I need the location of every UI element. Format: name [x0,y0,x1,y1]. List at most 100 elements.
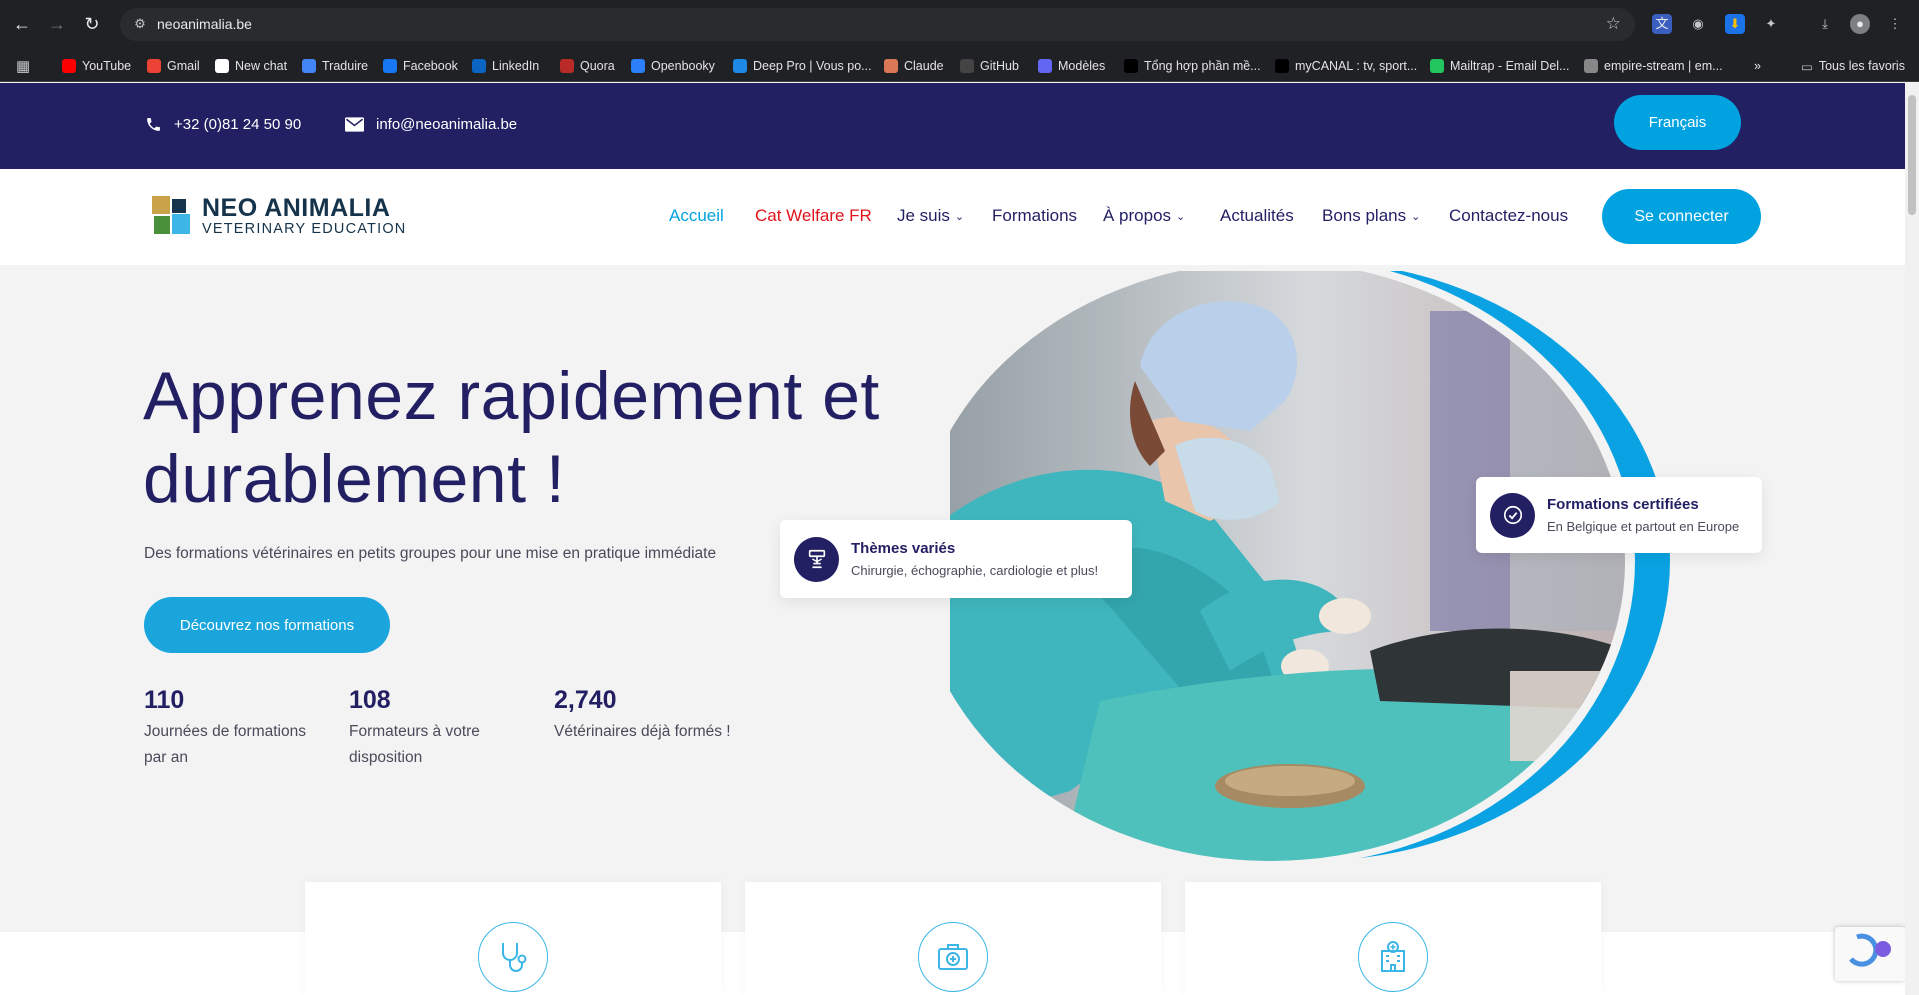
service-card[interactable] [745,882,1161,995]
medical-kit-icon [918,922,988,992]
bookmark-label: Openbooky [651,59,715,73]
download-extension-icon[interactable]: ⬇ [1725,14,1745,34]
forward-icon[interactable]: → [45,12,69,36]
chevron-down-icon: ⌄ [1176,210,1186,223]
camera-extension-icon[interactable]: ◉ [1688,14,1708,34]
browser-toolbar: ← → ↻ ⚙ neoanimalia.be ☆ 文 ◉ ⬇ ✦ ⤓ ● ⋮ [0,0,1919,49]
stat-vets-trained: 2,740 Vétérinaires déjà formés ! [554,686,774,745]
recaptcha-icon [1849,933,1891,967]
bookmark-item[interactable]: Facebook [383,57,458,75]
site-info-icon[interactable]: ⚙ [132,16,148,32]
extensions-icon[interactable]: ✦ [1761,14,1781,34]
chevron-down-icon: ⌄ [1411,210,1421,223]
login-button[interactable]: Se connecter [1602,189,1761,244]
nav-je-suis[interactable]: Je suis ⌄ [897,206,964,226]
bookmark-label: Mailtrap - Email Del... [1450,59,1570,73]
bookmarks-overflow[interactable]: » [1754,57,1761,75]
bookmark-label: New chat [235,59,288,73]
stethoscope-icon [478,922,548,992]
email-contact[interactable]: info@neoanimalia.be [345,116,517,133]
bookmark-item[interactable]: Deep Pro | Vous po... [733,57,872,75]
bookmark-item[interactable]: Claude [884,57,944,75]
template-icon [1038,59,1052,73]
url-text[interactable]: neoanimalia.be [157,16,252,32]
canal-icon [1275,59,1289,73]
reload-icon[interactable]: ↻ [80,12,104,36]
nav-a-propos[interactable]: À propos ⌄ [1103,206,1185,226]
nav-cat-welfare[interactable]: Cat Welfare FR [755,206,872,226]
facebook-icon [383,59,397,73]
nav-contactez-nous[interactable]: Contactez-nous [1449,206,1568,226]
scrollbar-thumb[interactable] [1908,95,1916,215]
quora-icon [560,59,574,73]
apps-grid-icon[interactable]: ▦ [16,57,30,75]
bookmark-star-icon[interactable]: ☆ [1606,14,1621,34]
bookmark-item[interactable]: YouTube [62,57,131,75]
folder-icon: ▭ [1801,59,1813,74]
bookmark-item[interactable]: Quora [560,57,615,75]
bookmark-item[interactable]: Gmail [147,57,200,75]
bookmark-item[interactable]: Modèles [1038,57,1105,75]
badge-text: Chirurgie, échographie, cardiologie et p… [851,563,1099,578]
bookmark-label: Deep Pro | Vous po... [753,59,872,73]
service-card[interactable] [305,882,721,995]
bookmark-item[interactable]: Openbooky [631,57,715,75]
email-address[interactable]: info@neoanimalia.be [376,116,517,133]
bookmark-label: Traduire [322,59,369,73]
youtube-icon [62,59,76,73]
linkedin-icon [472,59,486,73]
discover-formations-button[interactable]: Découvrez nos formations [144,597,390,653]
check-circle-icon [1490,492,1535,538]
bookmark-item[interactable]: LinkedIn [472,57,539,75]
hero-image: Thèmes variés Chirurgie, échographie, ca… [780,256,1762,891]
bookmark-item[interactable]: Mailtrap - Email Del... [1430,57,1569,75]
logo-mark-icon [152,196,192,236]
phone-contact[interactable]: +32 (0)81 24 50 90 [145,116,301,133]
nav-formations[interactable]: Formations [992,206,1077,226]
nav-actualites[interactable]: Actualités [1220,206,1294,226]
mail-icon [1430,59,1444,73]
lectern-icon [794,536,839,582]
chatgpt-icon [215,59,229,73]
page-scrollbar[interactable] [1905,83,1919,995]
phone-number[interactable]: +32 (0)81 24 50 90 [174,116,301,133]
stat-label: Formateurs à votre disposition [349,723,480,766]
back-icon[interactable]: ← [10,12,34,36]
service-card[interactable] [1185,882,1601,995]
stat-trainers: 108 Formateurs à votre disposition [349,686,519,771]
bookmark-label: Tổng hợp phần mề... [1144,59,1261,73]
all-bookmarks-label: Tous les favoris [1818,59,1905,73]
bookmark-item[interactable]: Traduire [302,57,368,75]
brand-tagline: VETERINARY EDUCATION [202,221,407,237]
bookmark-item[interactable]: empire-stream | em... [1584,57,1723,75]
bookmark-item[interactable]: New chat [215,57,287,75]
bookmark-item[interactable]: GitHub [960,57,1019,75]
translate-extension-icon[interactable]: 文 [1652,14,1672,34]
github-icon [960,59,974,73]
language-button[interactable]: Français [1614,95,1741,150]
nav-bons-plans[interactable]: Bons plans ⌄ [1322,206,1420,226]
stat-training-days: 110 Journées de formations par an [144,686,314,771]
address-bar[interactable]: ⚙ neoanimalia.be ☆ [120,8,1635,41]
bookmark-item[interactable]: Tổng hợp phần mề... [1124,57,1261,75]
chevron-down-icon: ⌄ [954,210,965,223]
stat-value: 2,740 [554,686,617,714]
t-icon [1124,59,1138,73]
bookmark-label: Gmail [167,59,200,73]
bookmark-item[interactable]: myCANAL : tv, sport... [1275,57,1417,75]
site-header: NEO ANIMALIA VETERINARY EDUCATION Accuei… [0,169,1905,265]
hero-title: Apprenez rapidement et durablement ! [143,358,880,517]
deep-icon [733,59,747,73]
stat-label: Vétérinaires déjà formés ! [554,723,731,740]
envelope-icon [345,117,364,132]
all-bookmarks[interactable]: ▭ Tous les favoris [1801,57,1905,75]
badge-title: Formations certifiées [1547,496,1699,513]
site-logo[interactable]: NEO ANIMALIA VETERINARY EDUCATION [152,195,406,237]
profile-avatar-icon[interactable]: ● [1850,14,1870,34]
more-menu-icon[interactable]: ⋮ [1885,14,1905,34]
book-icon [631,59,645,73]
downloads-icon[interactable]: ⤓ [1815,14,1835,34]
bookmark-label: Quora [580,59,615,73]
recaptcha-badge[interactable] [1835,927,1905,981]
nav-accueil[interactable]: Accueil [669,206,724,226]
